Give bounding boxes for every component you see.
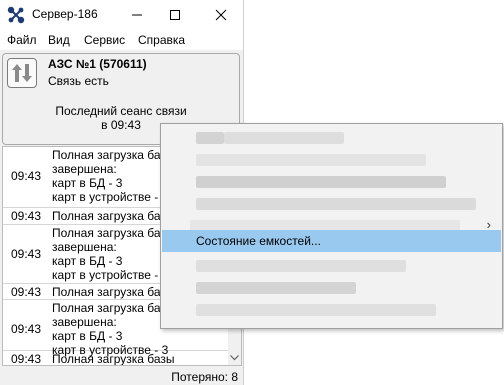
- status-bar: Потеряно: 8: [0, 366, 243, 385]
- last-session-label: Последний сеанс связи: [55, 104, 187, 118]
- log-time: 09:43: [11, 209, 42, 223]
- lost-count: Потеряно: 8: [171, 370, 238, 384]
- station-name: АЗС №1 (570611): [48, 57, 147, 71]
- log-entry[interactable]: 09:43 Полная загрузка базы: [3, 351, 229, 366]
- maximize-icon: [170, 10, 180, 20]
- context-menu-item[interactable]: [162, 298, 501, 320]
- log-time: 09:43: [11, 285, 42, 299]
- context-menu-item[interactable]: [162, 254, 501, 276]
- scroll-down-icon[interactable]: [228, 351, 241, 365]
- log-message: Полная загрузка базы: [52, 352, 175, 366]
- context-menu-item[interactable]: [162, 126, 501, 148]
- connection-status: Связь есть: [48, 74, 109, 88]
- menu-bar: Файл Вид Сервис Справка: [0, 30, 243, 50]
- log-message: Полная загрузка базы завершена: карт в Б…: [52, 301, 175, 357]
- up-down-arrows-icon: [7, 58, 37, 88]
- log-time: 09:43: [11, 322, 42, 336]
- context-menu-item[interactable]: [162, 276, 501, 298]
- maximize-button[interactable]: [158, 0, 192, 30]
- close-icon: [215, 9, 227, 21]
- log-time: 09:43: [11, 247, 42, 261]
- log-message: Полная загрузка базы: [52, 209, 175, 223]
- log-time: 09:43: [11, 352, 42, 366]
- log-time: 09:43: [11, 169, 42, 183]
- context-menu-item-tank-status[interactable]: Состояние емкостей...: [162, 230, 501, 252]
- context-menu-item[interactable]: [162, 148, 501, 170]
- app-network-icon: [6, 5, 26, 25]
- menu-help[interactable]: Справка: [138, 33, 185, 47]
- log-message: Полная загрузка базы завершена: карт в Б…: [52, 148, 175, 204]
- context-menu-item-label: Состояние емкостей...: [196, 234, 321, 248]
- menu-view[interactable]: Вид: [48, 33, 70, 47]
- minimize-button[interactable]: [120, 0, 154, 30]
- close-button[interactable]: [204, 0, 238, 30]
- context-menu: › Состояние емкостей...: [160, 123, 503, 329]
- title-bar[interactable]: Сервер-186: [0, 0, 243, 30]
- log-message: Полная загрузка базы: [52, 285, 175, 299]
- window-title: Сервер-186: [32, 7, 98, 21]
- menu-file[interactable]: Файл: [7, 33, 37, 47]
- context-menu-item[interactable]: [162, 192, 501, 214]
- context-menu-item[interactable]: [162, 170, 501, 192]
- log-message: Полная загрузка базы завершена: карт в Б…: [52, 226, 175, 282]
- menu-service[interactable]: Сервис: [84, 33, 125, 47]
- minimize-icon: [132, 14, 142, 16]
